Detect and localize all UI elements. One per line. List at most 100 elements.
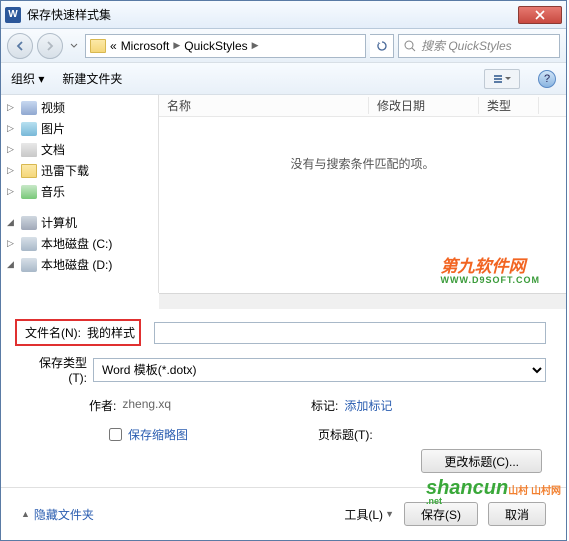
filetype-label: 保存类型(T): <box>21 354 87 385</box>
refresh-button[interactable] <box>370 34 394 58</box>
breadcrumb-sep-icon: ▶ <box>173 40 180 51</box>
tree-label: 计算机 <box>41 214 77 231</box>
tools-label: 工具(L) <box>344 506 383 523</box>
collapse-icon[interactable]: ◢ <box>7 217 17 228</box>
tree-item-video[interactable]: ▷ 视频 <box>1 97 158 118</box>
save-dialog-window: W 保存快速样式集 « Microsoft ▶ QuickStyles ▶ 搜 <box>0 0 567 541</box>
footer: ▲ 隐藏文件夹 工具(L) ▼ 保存(S) 取消 <box>1 488 566 540</box>
organize-menu[interactable]: 组织 ▾ <box>11 70 44 87</box>
pictures-icon <box>21 122 37 136</box>
address-bar[interactable]: « Microsoft ▶ QuickStyles ▶ <box>85 34 366 58</box>
expand-icon[interactable]: ▷ <box>7 186 17 197</box>
filetype-row: 保存类型(T): Word 模板(*.dotx) <box>21 354 546 385</box>
tree-label: 文档 <box>41 141 65 158</box>
expand-icon[interactable]: ▷ <box>7 102 17 113</box>
chevron-down-icon <box>70 43 78 49</box>
tree-item-computer[interactable]: ◢ 计算机 <box>1 212 158 233</box>
change-title-button[interactable]: 更改标题(C)... <box>421 449 542 473</box>
tags-value: 添加标记 <box>344 397 392 414</box>
author-value: zheng.xq <box>122 397 171 414</box>
save-button[interactable]: 保存(S) <box>404 502 478 526</box>
tree-item-documents[interactable]: ▷ 文档 <box>1 139 158 160</box>
window-title: 保存快速样式集 <box>27 6 518 23</box>
folder-tree[interactable]: ▷ 视频 ▷ 图片 ▷ 文档 ▷ 迅雷下载 ▷ 音乐 ◢ 计算机 ▷ 本地磁盘 (C:) ◢ 本… <box>1 95 159 293</box>
save-thumbnail-checkbox[interactable]: 保存缩略图 <box>109 426 188 443</box>
chevron-down-icon: ▼ <box>385 509 394 519</box>
search-icon <box>403 39 417 53</box>
refresh-icon <box>376 40 388 52</box>
filetype-select[interactable]: Word 模板(*.dotx) <box>93 358 546 382</box>
nav-history-dropdown[interactable] <box>67 43 81 49</box>
filename-preview: 我的样式 <box>87 324 135 341</box>
watermark-d9soft: 第九软件网 WWW.D9SOFT.COM <box>441 252 541 285</box>
tree-item-drive-d[interactable]: ◢ 本地磁盘 (D:) <box>1 254 158 275</box>
nav-bar: « Microsoft ▶ QuickStyles ▶ 搜索 QuickStyl… <box>1 29 566 63</box>
tree-item-music[interactable]: ▷ 音乐 <box>1 181 158 202</box>
chevron-down-icon <box>505 77 511 81</box>
expand-icon[interactable]: ▷ <box>7 123 17 134</box>
list-view-icon <box>493 74 503 84</box>
new-folder-button[interactable]: 新建文件夹 <box>62 70 122 87</box>
form-area: 文件名(N): 我的样式 保存类型(T): Word 模板(*.dotx) <box>1 309 566 385</box>
drive-icon <box>21 237 37 251</box>
tags-field[interactable]: 标记: 添加标记 <box>311 397 392 414</box>
hide-folders-label: 隐藏文件夹 <box>34 506 94 523</box>
arrow-left-icon <box>14 40 26 52</box>
tags-label: 标记: <box>311 397 338 414</box>
arrow-right-icon <box>44 40 56 52</box>
tree-label: 图片 <box>41 120 65 137</box>
page-title-group: 页标题(T): <box>318 426 373 443</box>
tools-menu[interactable]: 工具(L) ▼ <box>344 506 394 523</box>
metadata-row: 作者: zheng.xq 标记: 添加标记 <box>1 393 566 418</box>
filename-label: 文件名(N): <box>21 324 81 341</box>
documents-icon <box>21 143 37 157</box>
expand-icon[interactable]: ▷ <box>7 238 17 249</box>
cancel-button[interactable]: 取消 <box>488 502 546 526</box>
close-button[interactable] <box>518 6 562 24</box>
folder-icon <box>21 164 37 178</box>
column-name[interactable]: 名称 <box>159 97 369 114</box>
author-field[interactable]: 作者: zheng.xq <box>89 397 171 414</box>
toolbar: 组织 ▾ 新建文件夹 ? <box>1 63 566 95</box>
music-icon <box>21 185 37 199</box>
column-type[interactable]: 类型 <box>479 97 539 114</box>
content-area: ▷ 视频 ▷ 图片 ▷ 文档 ▷ 迅雷下载 ▷ 音乐 ◢ 计算机 ▷ 本地磁盘 (C:) ◢ 本… <box>1 95 566 293</box>
tree-label: 音乐 <box>41 183 65 200</box>
tree-label: 本地磁盘 (C:) <box>41 235 112 252</box>
page-title-label: 页标题(T): <box>318 426 373 443</box>
forward-button[interactable] <box>37 33 63 59</box>
search-input[interactable]: 搜索 QuickStyles <box>398 34 560 58</box>
drive-icon <box>21 258 37 272</box>
folder-icon <box>90 39 106 53</box>
thumbnail-checkbox-input[interactable] <box>109 428 122 441</box>
titlebar: W 保存快速样式集 <box>1 1 566 29</box>
back-button[interactable] <box>7 33 33 59</box>
tree-label: 本地磁盘 (D:) <box>41 256 112 273</box>
breadcrumb-sep-icon: ▶ <box>252 40 259 51</box>
collapse-icon[interactable]: ◢ <box>7 259 17 270</box>
expand-icon[interactable]: ▷ <box>7 144 17 155</box>
tree-item-drive-c[interactable]: ▷ 本地磁盘 (C:) <box>1 233 158 254</box>
hide-folders-link[interactable]: ▲ 隐藏文件夹 <box>21 506 94 523</box>
tree-label: 迅雷下载 <box>41 162 89 179</box>
filename-highlight: 文件名(N): 我的样式 <box>15 319 141 346</box>
file-list[interactable]: 名称 修改日期 类型 没有与搜索条件匹配的项。 第九软件网 WWW.D9SOFT… <box>159 95 566 293</box>
column-date[interactable]: 修改日期 <box>369 97 479 114</box>
tree-label: 视频 <box>41 99 65 116</box>
close-icon <box>535 10 545 20</box>
breadcrumb-prefix: « <box>110 39 117 53</box>
tree-item-pictures[interactable]: ▷ 图片 <box>1 118 158 139</box>
app-icon: W <box>5 7 21 23</box>
filename-input[interactable] <box>154 322 546 344</box>
expand-icon[interactable]: ▷ <box>7 165 17 176</box>
tree-item-xunlei[interactable]: ▷ 迅雷下载 <box>1 160 158 181</box>
triangle-up-icon: ▲ <box>21 509 30 519</box>
thumbnail-label: 保存缩略图 <box>128 426 188 443</box>
help-button[interactable]: ? <box>538 70 556 88</box>
video-icon <box>21 101 37 115</box>
horizontal-scrollbar[interactable] <box>159 293 566 309</box>
breadcrumb-item[interactable]: Microsoft <box>121 39 170 53</box>
breadcrumb-item[interactable]: QuickStyles <box>184 39 247 53</box>
thumb-row: 保存缩略图 页标题(T): <box>1 418 566 449</box>
view-options-button[interactable] <box>484 69 520 89</box>
